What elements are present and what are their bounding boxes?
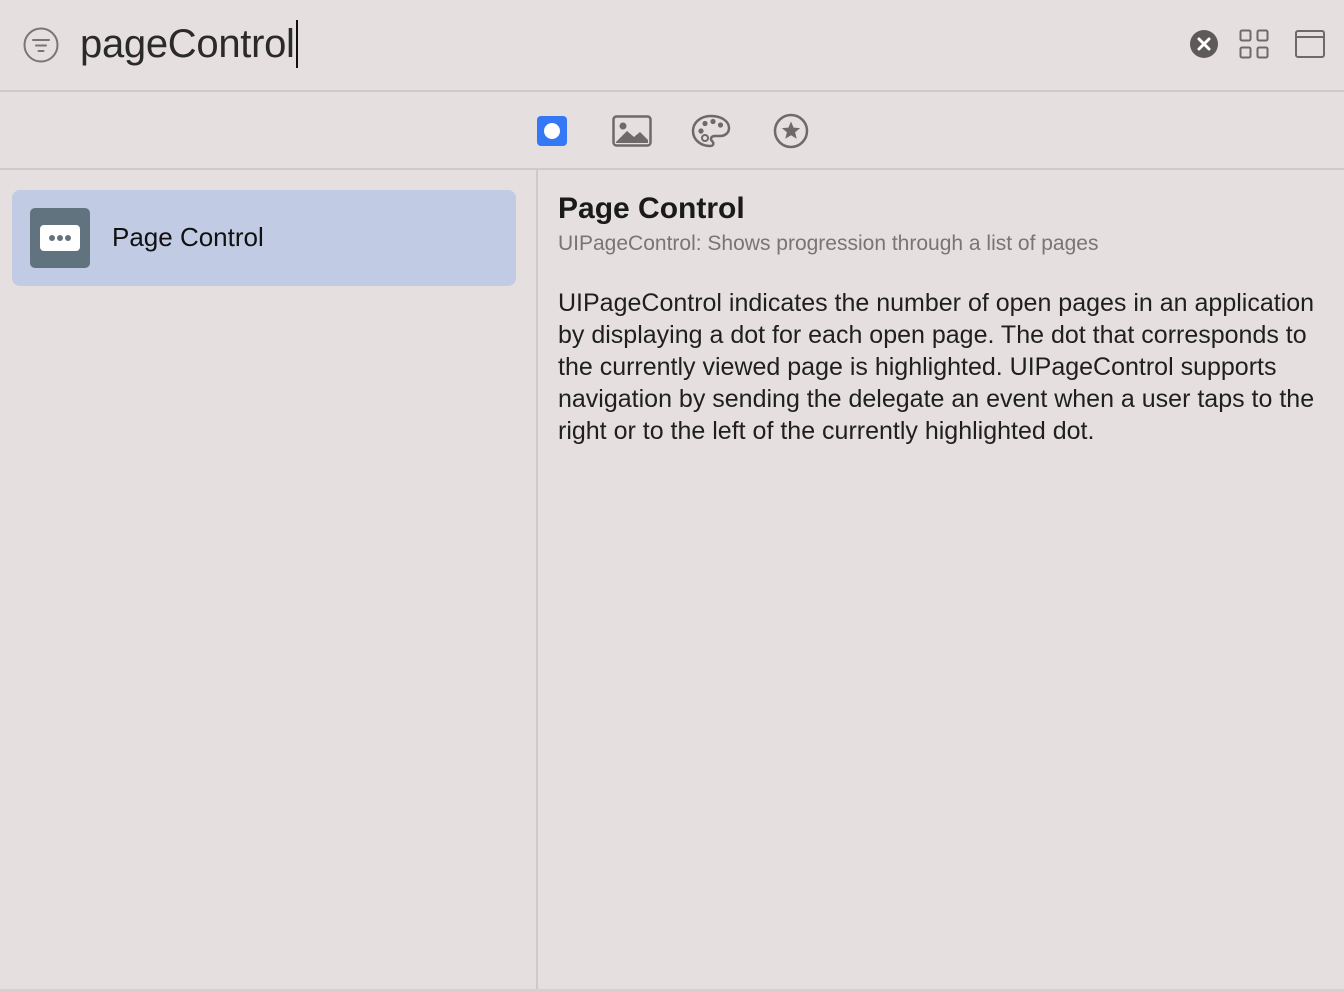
detail-subtitle: UIPageControl: Shows progression through…: [558, 232, 1099, 255]
detail-description: UIPageControl indicates the number of op…: [558, 289, 1315, 445]
palette-icon: [691, 114, 731, 148]
objects-icon: [537, 116, 567, 146]
search-query: pageControl: [80, 21, 295, 66]
library-tabs: [0, 92, 1344, 170]
grid-view-icon[interactable]: [1238, 28, 1270, 60]
detail-pane: Page Control UIPageControl: Shows progre…: [538, 170, 1344, 992]
star-circle-icon: [773, 113, 809, 149]
list-item-page-control[interactable]: Page Control: [12, 190, 516, 286]
list-item-label: Page Control: [112, 222, 264, 252]
detail-title: Page Control: [558, 192, 745, 225]
tab-objects[interactable]: [531, 110, 573, 152]
tab-media[interactable]: [611, 110, 653, 152]
clear-circle-icon[interactable]: [1189, 29, 1219, 59]
tab-colors[interactable]: [690, 110, 732, 152]
results-list: Page Control: [0, 170, 538, 992]
image-icon: [612, 115, 652, 147]
page-control-icon: [30, 208, 90, 268]
window-icon[interactable]: [1294, 28, 1326, 60]
filter-icon[interactable]: [22, 26, 60, 64]
text-caret: [295, 20, 298, 68]
tab-snippets[interactable]: [770, 110, 812, 152]
search-input[interactable]: pageControl: [80, 18, 298, 70]
search-bar: pageControl: [0, 0, 1344, 92]
